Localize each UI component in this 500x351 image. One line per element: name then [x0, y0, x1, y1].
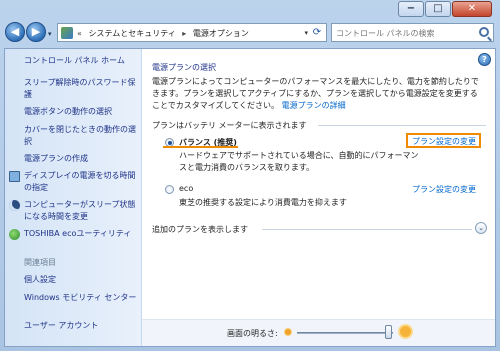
expand-chevron-icon[interactable]: ⌄ — [475, 222, 487, 234]
sidebar-item-toshiba-eco[interactable]: TOSHIBA ecoユーティリティ — [24, 228, 139, 240]
title-bar: − □ ✕ — [0, 0, 500, 18]
sidebar-item-create-plan[interactable]: 電源プランの作成 — [24, 153, 139, 165]
more-plans-divider — [262, 229, 472, 230]
plan-group-header: プランはバッテリ メーターに表示されます — [152, 121, 307, 130]
eco-plan-radio[interactable] — [165, 185, 174, 194]
monitor-icon — [9, 171, 20, 182]
address-dropdown-icon[interactable]: ▾ — [304, 29, 308, 37]
help-icon[interactable]: ? — [478, 53, 491, 66]
eco-change-settings-link[interactable]: プラン設定の変更 — [412, 184, 476, 195]
page-title: 電源プランの選択 — [152, 63, 216, 72]
window-controls: − □ ✕ — [397, 1, 492, 17]
maximize-button[interactable]: □ — [425, 1, 451, 17]
control-panel-icon — [61, 27, 73, 39]
close-icon: ✕ — [467, 3, 477, 14]
back-button[interactable]: ◀ — [5, 22, 25, 42]
content-frame: コントロール パネル ホーム スリープ解除時のパスワード保護 電源ボタンの動作の… — [4, 48, 496, 347]
brightness-label: 画面の明るさ: — [227, 329, 278, 338]
search-box[interactable] — [331, 23, 494, 42]
address-bar[interactable]: « システムとセキュリティ ▸ 電源オプション ▾ ⟳ — [57, 23, 327, 42]
brightness-slider[interactable] — [297, 332, 393, 334]
sidebar-item-display-off[interactable]: ディスプレイの電源を切る時間の指定 — [24, 170, 139, 194]
group-divider — [318, 125, 486, 126]
brightness-slider-thumb[interactable] — [384, 325, 392, 339]
moon-icon — [9, 200, 20, 211]
sidebar-item-control-panel-home[interactable]: コントロール パネル ホーム — [24, 55, 139, 67]
search-icon[interactable] — [479, 27, 489, 37]
sidebar: コントロール パネル ホーム スリープ解除時のパスワード保護 電源ボタンの動作の… — [5, 49, 142, 346]
maximize-icon: □ — [433, 3, 443, 14]
breadcrumb-separator-icon[interactable]: ▸ — [182, 29, 186, 38]
minimize-icon: − — [406, 3, 416, 14]
sidebar-item-sleep-time[interactable]: コンピューターがスリープ状態になる時間を変更 — [24, 199, 139, 223]
bright-sun-icon — [400, 326, 411, 337]
refresh-icon[interactable]: ⟳ — [310, 26, 324, 40]
page-description: 電源プランによってコンピューターのパフォーマンスを最大にしたり、電力を節約したり… — [152, 76, 482, 112]
recent-pages-dropdown[interactable]: ▾ — [48, 30, 52, 38]
power-plan-details-link[interactable]: 電源プランの詳細 — [282, 101, 346, 110]
breadcrumb: « システムとセキュリティ ▸ 電源オプション — [77, 28, 253, 39]
toshiba-eco-icon — [9, 229, 20, 240]
related-header: 関連項目 — [24, 258, 56, 267]
forward-button[interactable]: ▶ — [26, 22, 46, 42]
show-more-plans[interactable]: 追加のプランを表示します — [152, 224, 248, 235]
navigation-bar: ◀ ▶ ▾ « システムとセキュリティ ▸ 電源オプション ▾ ⟳ — [0, 20, 500, 46]
sidebar-item-lid-close[interactable]: カバーを閉じたときの動作の選択 — [24, 124, 139, 148]
sidebar-item-power-button[interactable]: 電源ボタンの動作の選択 — [24, 106, 139, 118]
close-button[interactable]: ✕ — [452, 1, 492, 17]
dim-sun-icon — [285, 329, 291, 335]
sidebar-item-personalization[interactable]: 個人設定 — [24, 274, 139, 286]
eco-plan-description: 東芝の推奨する設定により消費電力を抑えます — [179, 198, 347, 207]
eco-plan-name[interactable]: eco — [179, 184, 193, 193]
sidebar-item-wake-password[interactable]: スリープ解除時のパスワード保護 — [24, 77, 139, 101]
breadcrumb-overflow[interactable]: « — [77, 29, 82, 38]
breadcrumb-system-security[interactable]: システムとセキュリティ — [88, 29, 175, 38]
balanced-plan-description: ハードウェアでサポートされている場合に、自動的にパフォーマンスと電力消費のバラン… — [179, 151, 419, 172]
main-content: ? 電源プランの選択 電源プランによってコンピューターのパフォーマンスを最大にし… — [142, 49, 495, 346]
sidebar-item-user-accounts[interactable]: ユーザー アカウント — [24, 320, 139, 332]
sidebar-item-mobility-center[interactable]: Windows モビリティ センター — [24, 292, 139, 304]
highlight-underline — [163, 146, 238, 148]
power-options-window: − □ ✕ ◀ ▶ ▾ « システムとセキュリティ ▸ 電源オプション ▾ ⟳ … — [0, 0, 500, 351]
search-input[interactable] — [336, 26, 476, 40]
breadcrumb-power-options[interactable]: 電源オプション — [193, 29, 249, 38]
minimize-button[interactable]: − — [398, 1, 424, 17]
highlight-box — [406, 133, 481, 148]
brightness-bar: 画面の明るさ: — [142, 319, 495, 346]
